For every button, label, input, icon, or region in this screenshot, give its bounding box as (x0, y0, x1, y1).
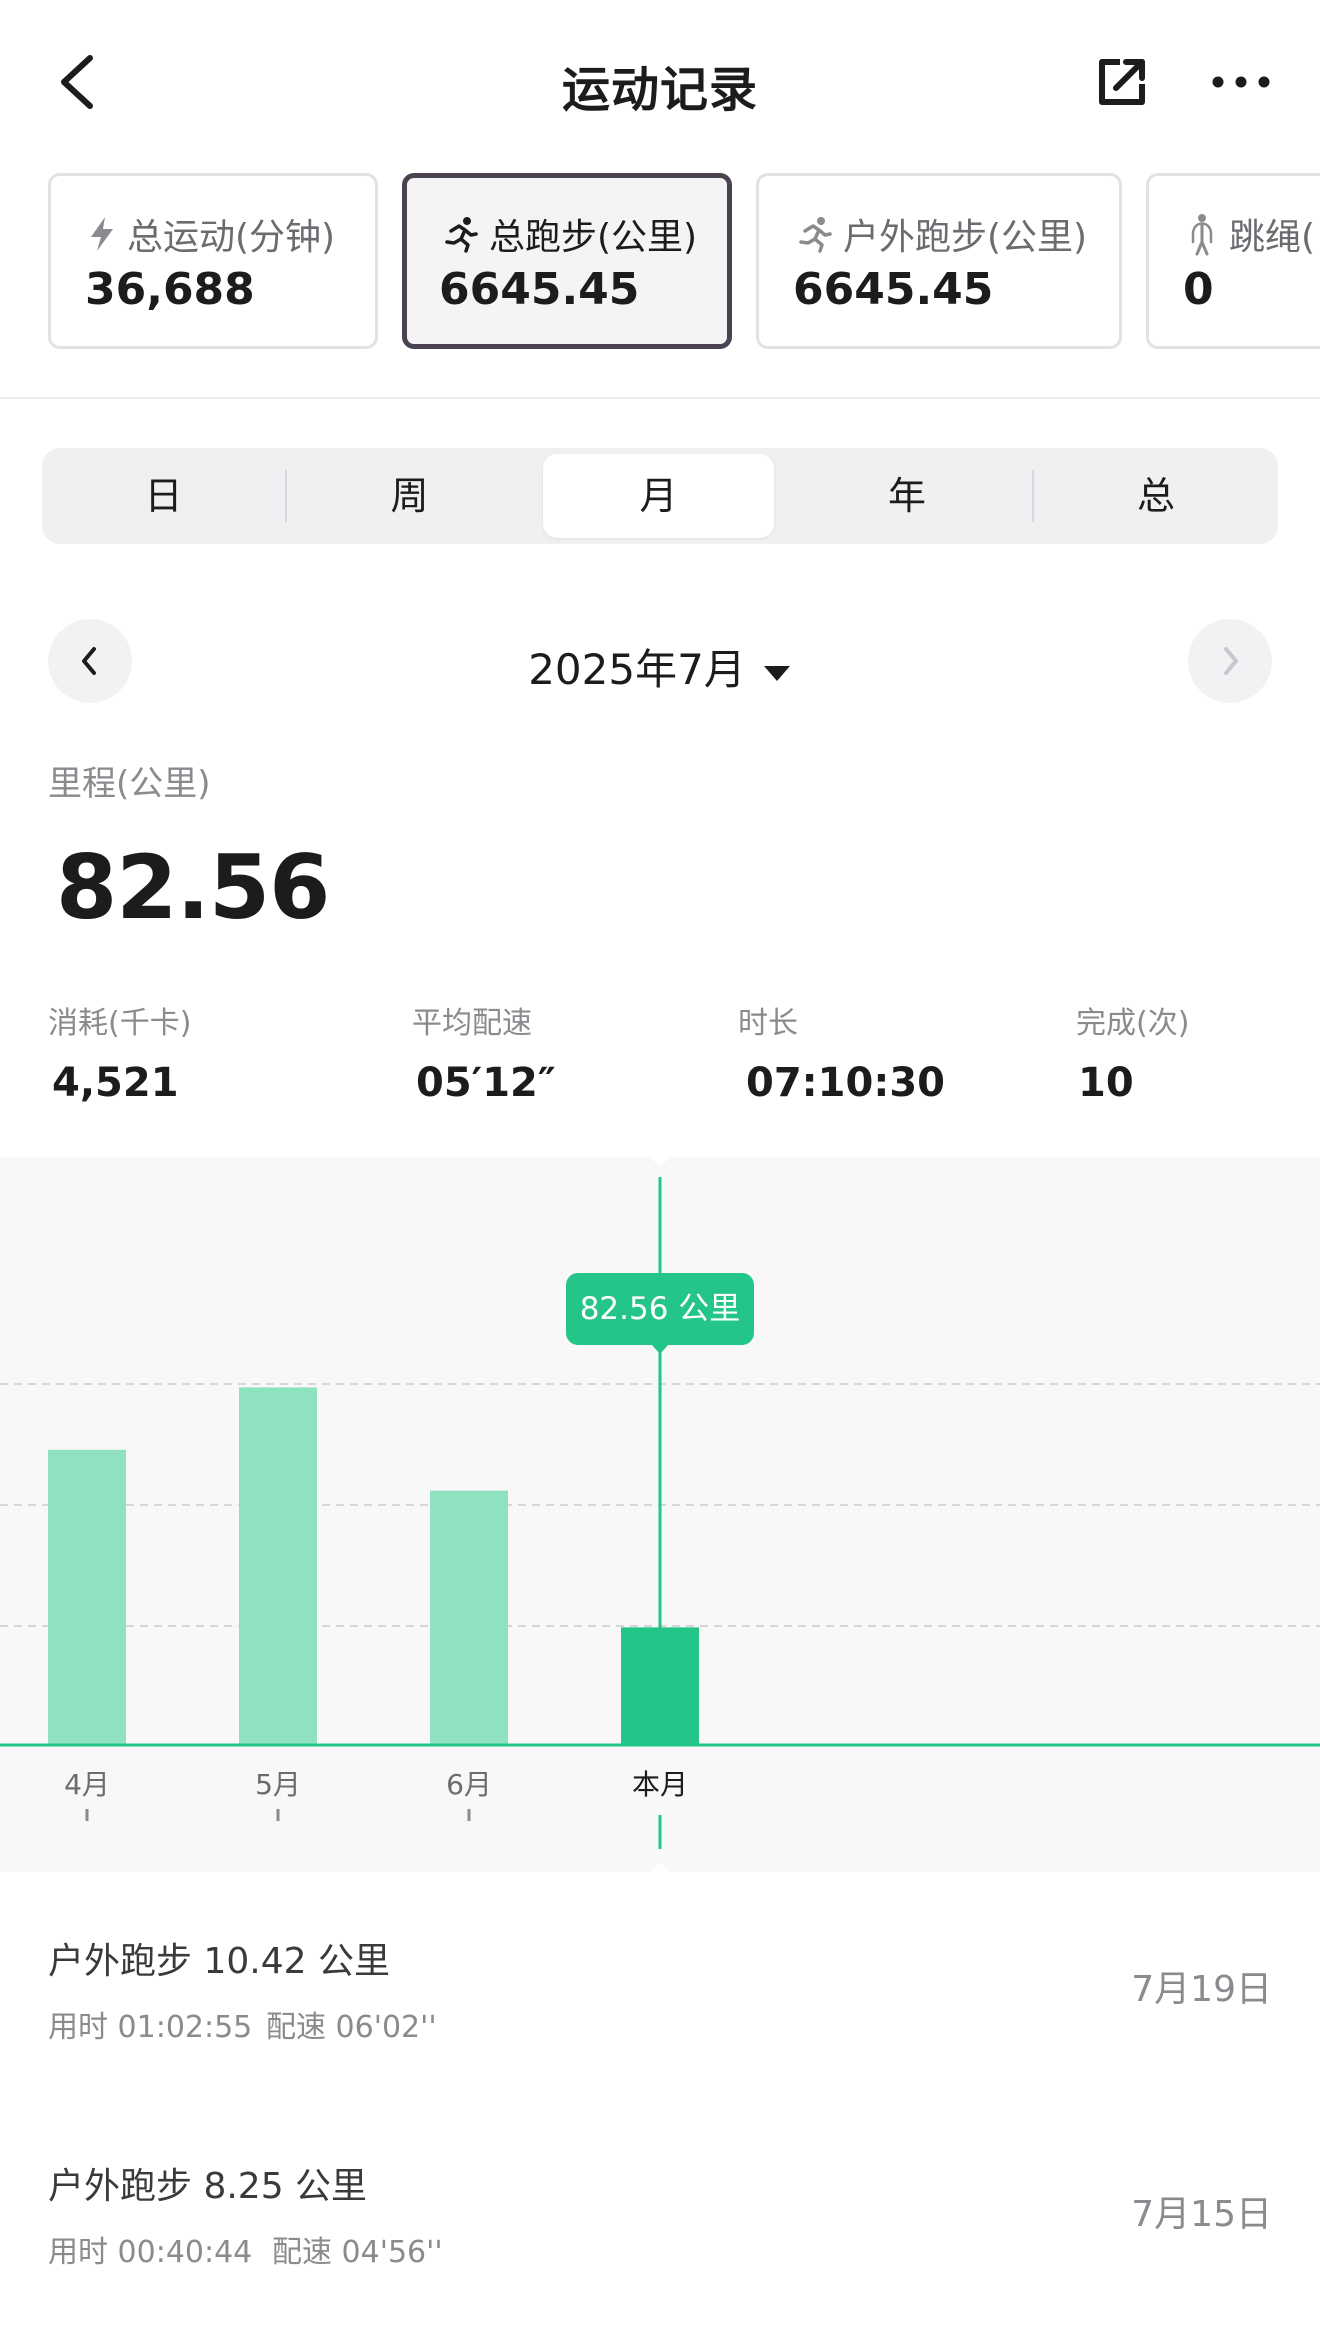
metric-card-value: 6645.45 (793, 264, 994, 315)
running-icon (445, 217, 478, 253)
chart-tooltip-text: 82.56 公里 (580, 1291, 741, 1327)
metric-card-total-running[interactable]: 总跑步(公里) 6645.45 (402, 173, 732, 349)
record-item[interactable]: 户外跑步 10.42 公里 用时 01:02:55 配速 06'02'' 7月1… (0, 1912, 1320, 2082)
record-date: 7月15日 (1131, 2194, 1272, 2235)
metric-card-label: 跳绳( (1229, 217, 1316, 258)
monthly-distance-chart[interactable]: 4月 5月 6月 本月 82.56 公里 (0, 1157, 1320, 1872)
distance-value: 82.56 (56, 836, 330, 939)
completed-label: 完成(次) (1076, 1006, 1190, 1041)
calories-label: 消耗(千卡) (48, 1006, 192, 1041)
metric-card-outdoor-running[interactable]: 户外跑步(公里) 6645.45 (756, 173, 1122, 349)
more-icon[interactable] (1210, 72, 1272, 92)
lightning-icon (91, 217, 113, 251)
chart-x-label: 4月 (64, 1768, 110, 1801)
avg-pace-value: 05′12″ (416, 1060, 556, 1106)
metric-card-value: 36,688 (85, 264, 255, 315)
tab-week[interactable]: 周 (287, 448, 532, 544)
metric-card-label: 户外跑步(公里) (843, 217, 1088, 258)
chevron-right-icon (1224, 647, 1238, 675)
chart-bar (430, 1490, 508, 1745)
jump-rope-icon (1191, 214, 1213, 256)
running-icon (799, 217, 832, 253)
metric-card-total-exercise[interactable]: 总运动(分钟) 36,688 (48, 173, 378, 349)
chart-x-label: 5月 (255, 1768, 301, 1801)
record-time: 用时 01:02:55 (48, 2010, 253, 2045)
duration-value: 07:10:30 (746, 1060, 945, 1106)
chart-notch-bottom (650, 1862, 670, 1872)
chart-notch-top (650, 1157, 670, 1167)
record-item[interactable]: 户外跑步 8.25 公里 用时 00:40:44 配速 04'56'' 7月15… (0, 2137, 1320, 2307)
metric-card-label: 总运动(分钟) (127, 217, 336, 258)
metric-card-value: 6645.45 (439, 264, 640, 315)
distance-label: 里程(公里) (48, 764, 211, 804)
completed-value: 10 (1078, 1060, 1134, 1106)
tab-month[interactable]: 月 (543, 448, 774, 544)
duration-label: 时长 (738, 1006, 798, 1041)
divider (0, 397, 1320, 399)
chart-bar (621, 1627, 699, 1745)
share-icon[interactable] (1094, 54, 1150, 110)
caret-down-icon (763, 665, 790, 681)
chart-x-label: 6月 (446, 1768, 492, 1801)
period-segmented-control: 日 周 月 年 总 (42, 448, 1278, 544)
metric-card-label: 总跑步(公里) (489, 217, 698, 258)
record-pace: 配速 04'56'' (272, 2235, 443, 2270)
calories-value: 4,521 (52, 1060, 179, 1106)
chart-x-label: 本月 (632, 1768, 688, 1801)
tab-total[interactable]: 总 (1034, 448, 1278, 544)
record-title: 户外跑步 8.25 公里 (48, 2166, 368, 2207)
chart-bar (239, 1387, 317, 1745)
current-period-label: 2025年7月 (528, 645, 746, 694)
record-time: 用时 00:40:44 (48, 2235, 253, 2270)
period-selector[interactable]: 2025年7月 (0, 636, 1320, 697)
next-period-button[interactable] (1188, 619, 1272, 703)
record-title: 户外跑步 10.42 公里 (48, 1941, 390, 1982)
chart-tooltip-pointer (651, 1344, 669, 1354)
record-pace: 配速 06'02'' (266, 2010, 437, 2045)
metric-card-jump-rope[interactable]: 跳绳( 0 (1146, 173, 1320, 349)
chart-bar (48, 1449, 126, 1745)
tab-year[interactable]: 年 (784, 448, 1030, 544)
tab-day[interactable]: 日 (42, 448, 285, 544)
avg-pace-label: 平均配速 (412, 1006, 532, 1041)
metric-card-value: 0 (1183, 264, 1214, 315)
record-date: 7月19日 (1131, 1969, 1272, 2010)
